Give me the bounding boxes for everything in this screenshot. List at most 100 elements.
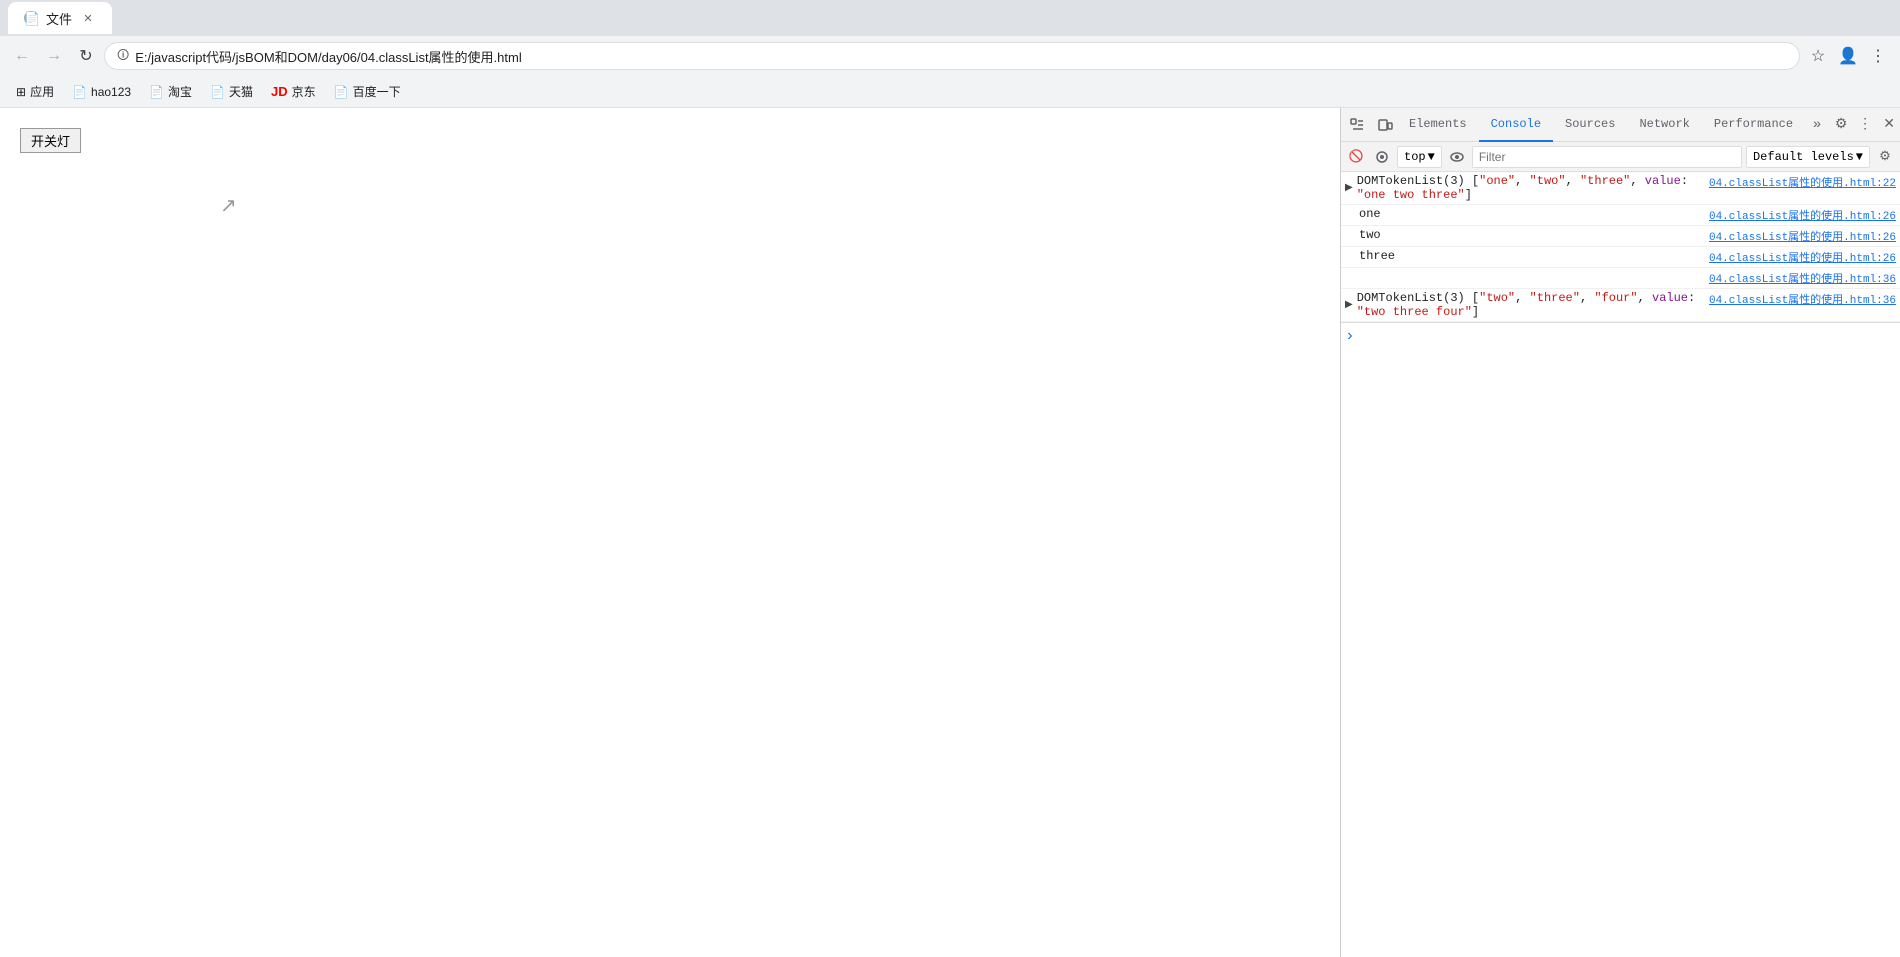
console-input[interactable]	[1361, 329, 1896, 343]
console-content-6: ▶ DOMTokenList(3) ["two", "three", "four…	[1345, 291, 1701, 319]
bookmark-label-taobao: 淘宝	[168, 83, 192, 100]
tab-network[interactable]: Network	[1627, 108, 1701, 142]
devtools-settings-button[interactable]: ⚙	[1829, 113, 1853, 137]
bookmark-label-tianmao: 天猫	[229, 83, 253, 100]
bookmarks-bar: ⊞ 应用 📄 hao123 📄 淘宝 📄 天猫 JD 京东 📄 百度一下	[0, 76, 1900, 108]
tab-sources-label: Sources	[1565, 117, 1615, 131]
reload-button[interactable]: ↻	[72, 42, 100, 70]
console-text-two: two	[1359, 228, 1381, 242]
bookmark-star-button[interactable]: ☆	[1804, 42, 1832, 70]
console-source-4[interactable]: 04.classList属性的使用.html:26	[1701, 249, 1896, 265]
tab-network-label: Network	[1639, 117, 1689, 131]
cursor-indicator: ↗	[220, 195, 237, 217]
clear-console-button[interactable]: 🚫	[1345, 146, 1367, 168]
tab-sources[interactable]: Sources	[1553, 108, 1627, 142]
console-source-1[interactable]: 04.classList属性的使用.html:22	[1701, 174, 1896, 190]
apps-label: 应用	[30, 83, 54, 100]
console-source-2[interactable]: 04.classList属性的使用.html:26	[1701, 207, 1896, 223]
console-text-one: one	[1359, 207, 1381, 221]
expand-arrow-1[interactable]: ▶	[1345, 182, 1353, 194]
levels-dropdown[interactable]: Default levels ▼	[1746, 146, 1870, 168]
console-line-3: two 04.classList属性的使用.html:26	[1341, 226, 1900, 247]
bookmark-icon-taobao: 📄	[149, 85, 164, 99]
console-source-3[interactable]: 04.classList属性的使用.html:26	[1701, 228, 1896, 244]
url-text: E:/javascript代码/jsBOM和DOM/day06/04.class…	[135, 47, 1787, 66]
bookmark-icon-hao123: 📄	[72, 85, 87, 99]
profile-button[interactable]: 👤	[1834, 42, 1862, 70]
console-line-2: one 04.classList属性的使用.html:26	[1341, 205, 1900, 226]
tab-elements-label: Elements	[1409, 117, 1467, 131]
menu-button[interactable]: ⋮	[1864, 42, 1892, 70]
tab-bar: 📄 文件 ✕	[0, 0, 1900, 36]
console-content-2: one	[1345, 207, 1701, 221]
dom-token-list-2: DOMTokenList(3) ["two", "three", "four",…	[1357, 291, 1701, 319]
tab-favicon: 📄	[24, 11, 38, 25]
tab-performance-label: Performance	[1714, 117, 1793, 131]
console-filter-icon	[1371, 146, 1393, 168]
console-line-6: ▶ DOMTokenList(3) ["two", "three", "four…	[1341, 289, 1900, 322]
console-settings-button[interactable]: ⚙	[1874, 146, 1896, 168]
active-tab[interactable]: 📄 文件 ✕	[8, 2, 112, 34]
address-bar[interactable]: 🛈 E:/javascript代码/jsBOM和DOM/day06/04.cla…	[104, 42, 1800, 70]
bookmark-icon-baidu: 📄	[334, 85, 349, 99]
more-tabs-button[interactable]: »	[1805, 113, 1829, 137]
console-content-1: ▶ DOMTokenList(3) ["one", "two", "three"…	[1345, 174, 1701, 202]
eye-icon[interactable]	[1446, 146, 1468, 168]
navigation-toolbar: ← → ↻ 🛈 E:/javascript代码/jsBOM和DOM/day06/…	[0, 36, 1900, 76]
devtools-close-button[interactable]: ✕	[1877, 113, 1900, 137]
forward-button[interactable]: →	[40, 42, 68, 70]
apps-button[interactable]: ⊞ 应用	[8, 80, 62, 104]
console-content-3: two	[1345, 228, 1701, 242]
levels-label: Default levels	[1753, 150, 1854, 164]
bookmark-icon-tianmao: 📄	[210, 85, 225, 99]
console-line-5: 04.classList属性的使用.html:36	[1341, 268, 1900, 289]
console-text-three: three	[1359, 249, 1395, 263]
console-prompt-icon: ›	[1345, 327, 1355, 345]
bookmark-hao123[interactable]: 📄 hao123	[64, 80, 139, 104]
device-toggle-button[interactable]	[1373, 113, 1397, 137]
context-dropdown-icon: ▼	[1428, 150, 1435, 164]
back-icon: ←	[14, 47, 30, 65]
devtools-panel: Elements Console Sources Network Perform…	[1340, 108, 1900, 957]
bookmark-icon-jd: JD	[271, 84, 288, 99]
console-toolbar: 🚫 top ▼ Default levels ▼	[1341, 142, 1900, 172]
devtools-tab-bar: Elements Console Sources Network Perform…	[1341, 108, 1900, 142]
back-button[interactable]: ←	[8, 42, 36, 70]
console-source-5[interactable]: 04.classList属性的使用.html:36	[1701, 270, 1896, 286]
tab-console[interactable]: Console	[1479, 108, 1553, 142]
console-line-4: three 04.classList属性的使用.html:26	[1341, 247, 1900, 268]
dom-token-list-1: DOMTokenList(3) ["one", "two", "three", …	[1357, 174, 1701, 202]
info-icon: 🛈	[117, 46, 129, 67]
forward-icon: →	[46, 47, 62, 65]
bookmark-label-jd: 京东	[292, 83, 316, 100]
tab-title: 文件	[46, 9, 72, 28]
apps-icon: ⊞	[16, 85, 26, 99]
bookmark-jd[interactable]: JD 京东	[263, 80, 324, 104]
devtools-icon-group	[1345, 113, 1397, 137]
context-value: top	[1404, 150, 1426, 164]
bookmark-label-baidu: 百度一下	[353, 83, 401, 100]
expand-arrow-6[interactable]: ▶	[1345, 299, 1353, 311]
console-source-6[interactable]: 04.classList属性的使用.html:36	[1701, 291, 1896, 307]
devtools-more-button[interactable]: ⋮	[1853, 113, 1877, 137]
tab-console-label: Console	[1491, 117, 1541, 131]
bookmark-label-hao123: hao123	[91, 85, 131, 99]
devtools-actions: » ⚙ ⋮ ✕	[1805, 113, 1900, 137]
tab-elements[interactable]: Elements	[1397, 108, 1479, 142]
filter-input[interactable]	[1472, 146, 1742, 168]
tab-close-button[interactable]: ✕	[80, 10, 96, 26]
console-input-area: ›	[1341, 322, 1900, 349]
bookmark-taobao[interactable]: 📄 淘宝	[141, 80, 200, 104]
console-output: ▶ DOMTokenList(3) ["one", "two", "three"…	[1341, 172, 1900, 957]
reload-icon: ↻	[79, 46, 92, 66]
bookmark-tianmao[interactable]: 📄 天猫	[202, 80, 261, 104]
console-content-4: three	[1345, 249, 1701, 263]
toggle-light-button[interactable]: 开关灯	[20, 128, 81, 153]
bookmark-baidu[interactable]: 📄 百度一下	[326, 80, 409, 104]
toolbar-right-actions: ☆ 👤 ⋮	[1804, 42, 1892, 70]
context-selector[interactable]: top ▼	[1397, 146, 1442, 168]
inspect-element-button[interactable]	[1345, 113, 1369, 137]
page-content: 开关灯 ↗	[0, 108, 1340, 957]
tab-performance[interactable]: Performance	[1702, 108, 1805, 142]
main-content-area: 开关灯 ↗	[0, 108, 1900, 957]
